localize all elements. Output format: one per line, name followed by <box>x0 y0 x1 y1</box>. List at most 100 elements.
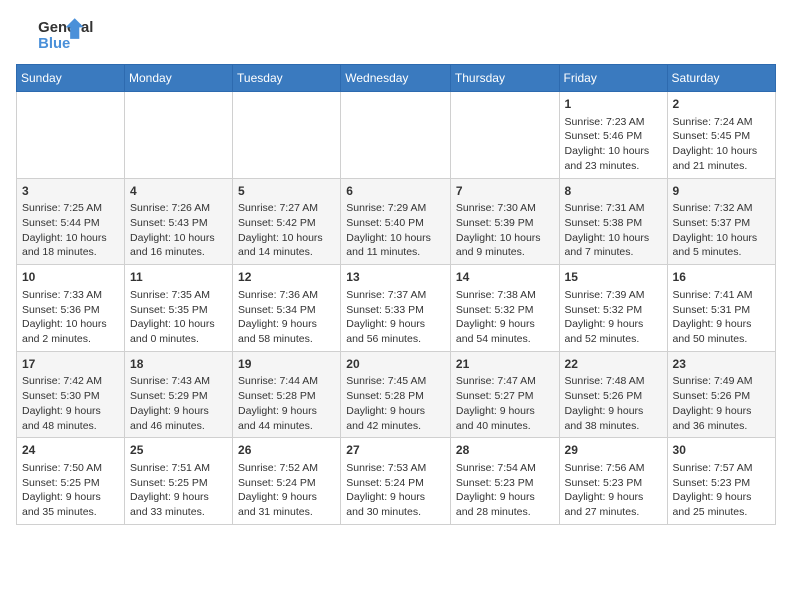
cell-info: Daylight: 10 hours and 9 minutes. <box>456 231 554 260</box>
cell-info: Daylight: 10 hours and 14 minutes. <box>238 231 335 260</box>
calendar-cell: 21Sunrise: 7:47 AMSunset: 5:27 PMDayligh… <box>450 351 559 438</box>
calendar-cell: 25 Sunrise: 7:51 AMSunset: 5:25 PMDayligh… <box>125 438 233 525</box>
day-number: 16 <box>673 269 770 286</box>
day-number: 20 <box>346 356 445 373</box>
cell-info: Sunset: 5:32 PM <box>565 303 662 318</box>
cell-info: Sunrise: 7:38 AM <box>456 288 554 303</box>
cell-info: Sunset: 5:29 PM <box>130 389 227 404</box>
cell-info: Sunrise: 7:36 AM <box>238 288 335 303</box>
day-header-saturday: Saturday <box>667 65 775 92</box>
cell-info: Sunrise: 7:45 AM <box>346 374 445 389</box>
day-number: 6 <box>346 183 445 200</box>
calendar-cell: 3Sunrise: 7:25 AMSunset: 5:44 PMDaylight… <box>17 178 125 265</box>
day-number: 18 <box>130 356 227 373</box>
day-number: 24 <box>22 442 119 459</box>
cell-info: Daylight: 9 hours and 42 minutes. <box>346 404 445 433</box>
cell-info: Daylight: 9 hours and 44 minutes. <box>238 404 335 433</box>
cell-info: Sunset: 5:28 PM <box>346 389 445 404</box>
cell-info: Sunrise: 7:49 AM <box>673 374 770 389</box>
calendar-cell: 5Sunrise: 7:27 AMSunset: 5:42 PMDaylight… <box>233 178 341 265</box>
cell-info: Sunrise: 7:30 AM <box>456 201 554 216</box>
calendar-cell: 23Sunrise: 7:49 AMSunset: 5:26 PMDayligh… <box>667 351 775 438</box>
cell-info: Sunrise: 7:26 AM <box>130 201 227 216</box>
day-number: 8 <box>565 183 662 200</box>
day-number: 14 <box>456 269 554 286</box>
cell-info: Daylight: 9 hours and 54 minutes. <box>456 317 554 346</box>
cell-info: Sunset: 5:39 PM <box>456 216 554 231</box>
calendar-cell: 11Sunrise: 7:35 AMSunset: 5:35 PMDayligh… <box>125 265 233 352</box>
logo-icon: General Blue <box>16 16 106 56</box>
day-header-tuesday: Tuesday <box>233 65 341 92</box>
cell-info: Sunrise: 7:51 AM <box>130 461 227 476</box>
cell-info: Daylight: 10 hours and 18 minutes. <box>22 231 119 260</box>
cell-info: Sunset: 5:23 PM <box>456 476 554 491</box>
cell-info: Daylight: 9 hours and 25 minutes. <box>673 490 770 519</box>
day-number: 30 <box>673 442 770 459</box>
cell-info: Daylight: 9 hours and 27 minutes. <box>565 490 662 519</box>
calendar-cell <box>17 92 125 179</box>
cell-info: Sunset: 5:33 PM <box>346 303 445 318</box>
cell-info: Sunset: 5:35 PM <box>130 303 227 318</box>
cell-info: Sunrise: 7:29 AM <box>346 201 445 216</box>
calendar-cell: 1Sunrise: 7:23 AMSunset: 5:46 PMDaylight… <box>559 92 667 179</box>
svg-text:General: General <box>38 20 93 36</box>
cell-info: Sunrise: 7:31 AM <box>565 201 662 216</box>
day-number: 10 <box>22 269 119 286</box>
cell-info: Sunset: 5:23 PM <box>565 476 662 491</box>
day-number: 29 <box>565 442 662 459</box>
cell-info: Sunrise: 7:47 AM <box>456 374 554 389</box>
calendar-cell: 8Sunrise: 7:31 AMSunset: 5:38 PMDaylight… <box>559 178 667 265</box>
cell-info: Sunset: 5:25 PM <box>22 476 119 491</box>
calendar-cell: 17Sunrise: 7:42 AMSunset: 5:30 PMDayligh… <box>17 351 125 438</box>
cell-info: Sunrise: 7:56 AM <box>565 461 662 476</box>
cell-info: Daylight: 10 hours and 2 minutes. <box>22 317 119 346</box>
day-number: 26 <box>238 442 335 459</box>
cell-info: Sunset: 5:37 PM <box>673 216 770 231</box>
cell-info: Sunrise: 7:44 AM <box>238 374 335 389</box>
day-number: 5 <box>238 183 335 200</box>
cell-info: Sunset: 5:43 PM <box>130 216 227 231</box>
cell-info: Sunset: 5:26 PM <box>673 389 770 404</box>
calendar-cell: 6Sunrise: 7:29 AMSunset: 5:40 PMDaylight… <box>341 178 451 265</box>
cell-info: Daylight: 9 hours and 28 minutes. <box>456 490 554 519</box>
calendar-cell: 14 Sunrise: 7:38 AMSunset: 5:32 PMDayligh… <box>450 265 559 352</box>
cell-info: Daylight: 9 hours and 48 minutes. <box>22 404 119 433</box>
cell-info: Daylight: 10 hours and 5 minutes. <box>673 231 770 260</box>
day-number: 17 <box>22 356 119 373</box>
cell-info: Daylight: 10 hours and 21 minutes. <box>673 144 770 173</box>
cell-info: Daylight: 9 hours and 40 minutes. <box>456 404 554 433</box>
calendar-cell: 10Sunrise: 7:33 AMSunset: 5:36 PMDayligh… <box>17 265 125 352</box>
day-number: 25 <box>130 442 227 459</box>
day-number: 4 <box>130 183 227 200</box>
calendar-cell <box>341 92 451 179</box>
calendar-week-row: 10Sunrise: 7:33 AMSunset: 5:36 PMDayligh… <box>17 265 776 352</box>
day-number: 19 <box>238 356 335 373</box>
cell-info: Daylight: 9 hours and 31 minutes. <box>238 490 335 519</box>
cell-info: Sunrise: 7:33 AM <box>22 288 119 303</box>
day-header-thursday: Thursday <box>450 65 559 92</box>
cell-info: Sunset: 5:42 PM <box>238 216 335 231</box>
day-header-monday: Monday <box>125 65 233 92</box>
day-number: 1 <box>565 96 662 113</box>
cell-info: Sunset: 5:32 PM <box>456 303 554 318</box>
cell-info: Sunrise: 7:57 AM <box>673 461 770 476</box>
cell-info: Sunset: 5:28 PM <box>238 389 335 404</box>
cell-info: Daylight: 10 hours and 11 minutes. <box>346 231 445 260</box>
calendar-header-row: SundayMondayTuesdayWednesdayThursdayFrid… <box>17 65 776 92</box>
calendar-week-row: 17Sunrise: 7:42 AMSunset: 5:30 PMDayligh… <box>17 351 776 438</box>
day-header-sunday: Sunday <box>17 65 125 92</box>
cell-info: Sunset: 5:25 PM <box>130 476 227 491</box>
cell-info: Daylight: 9 hours and 33 minutes. <box>130 490 227 519</box>
cell-info: Sunset: 5:27 PM <box>456 389 554 404</box>
cell-info: Daylight: 9 hours and 56 minutes. <box>346 317 445 346</box>
calendar-cell <box>450 92 559 179</box>
calendar-cell: 27Sunrise: 7:53 AMSunset: 5:24 PMDayligh… <box>341 438 451 525</box>
cell-info: Sunset: 5:26 PM <box>565 389 662 404</box>
cell-info: Sunset: 5:30 PM <box>22 389 119 404</box>
cell-info: Daylight: 9 hours and 50 minutes. <box>673 317 770 346</box>
day-number: 15 <box>565 269 662 286</box>
calendar-cell: 22Sunrise: 7:48 AMSunset: 5:26 PMDayligh… <box>559 351 667 438</box>
calendar-week-row: 24Sunrise: 7:50 AMSunset: 5:25 PMDayligh… <box>17 438 776 525</box>
cell-info: Sunrise: 7:43 AM <box>130 374 227 389</box>
page-container: General Blue SundayMondayTuesdayWednesda… <box>16 16 776 525</box>
